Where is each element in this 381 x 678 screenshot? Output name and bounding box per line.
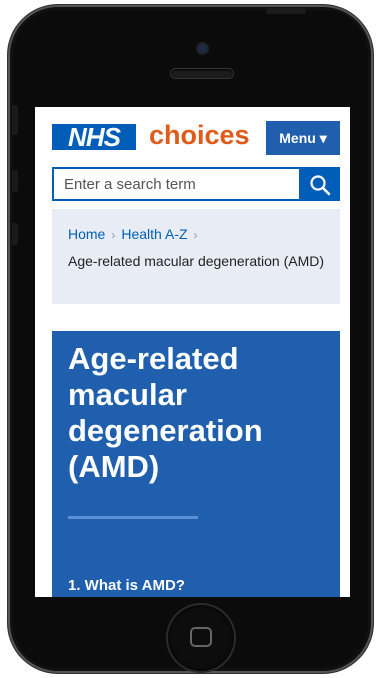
power-button bbox=[266, 8, 306, 14]
breadcrumb-separator: › bbox=[111, 228, 116, 242]
choices-wordmark[interactable]: choices bbox=[149, 120, 250, 150]
page-hero: Age-related macular degeneration (AMD) 1… bbox=[52, 331, 340, 597]
toc-item-what-is-amd[interactable]: 1. What is AMD? bbox=[68, 577, 185, 594]
nhs-logo[interactable]: NHS bbox=[52, 124, 136, 150]
front-camera bbox=[198, 44, 207, 53]
menu-button[interactable]: Menu ▾ bbox=[266, 121, 340, 155]
search-icon bbox=[310, 175, 331, 196]
breadcrumb-health-az-link[interactable]: Health A-Z bbox=[121, 226, 187, 242]
earpiece-speaker bbox=[171, 69, 233, 78]
home-square-icon bbox=[190, 627, 212, 647]
breadcrumb-separator: › bbox=[193, 228, 198, 242]
phone-frame: NHS choices Menu ▾ Home › Health A-Z › Age-… bbox=[8, 5, 373, 673]
title-divider bbox=[68, 516, 198, 519]
volume-down-button bbox=[12, 223, 18, 245]
search-bar bbox=[52, 167, 340, 201]
search-button[interactable] bbox=[299, 167, 340, 201]
breadcrumb-current-page: Age-related macular degeneration (AMD) bbox=[68, 253, 325, 269]
home-button[interactable] bbox=[168, 605, 234, 671]
site-header: NHS choices Menu ▾ bbox=[35, 107, 350, 155]
breadcrumb-home-link[interactable]: Home bbox=[68, 226, 105, 242]
breadcrumb: Home › Health A-Z › Age-related macular deg… bbox=[52, 209, 340, 304]
mute-switch bbox=[12, 105, 18, 135]
search-input[interactable] bbox=[52, 167, 299, 201]
volume-up-button bbox=[12, 170, 18, 192]
phone-screen: NHS choices Menu ▾ Home › Health A-Z › Age-… bbox=[35, 107, 350, 597]
page-title: Age-related macular degeneration (AMD) bbox=[68, 341, 263, 484]
